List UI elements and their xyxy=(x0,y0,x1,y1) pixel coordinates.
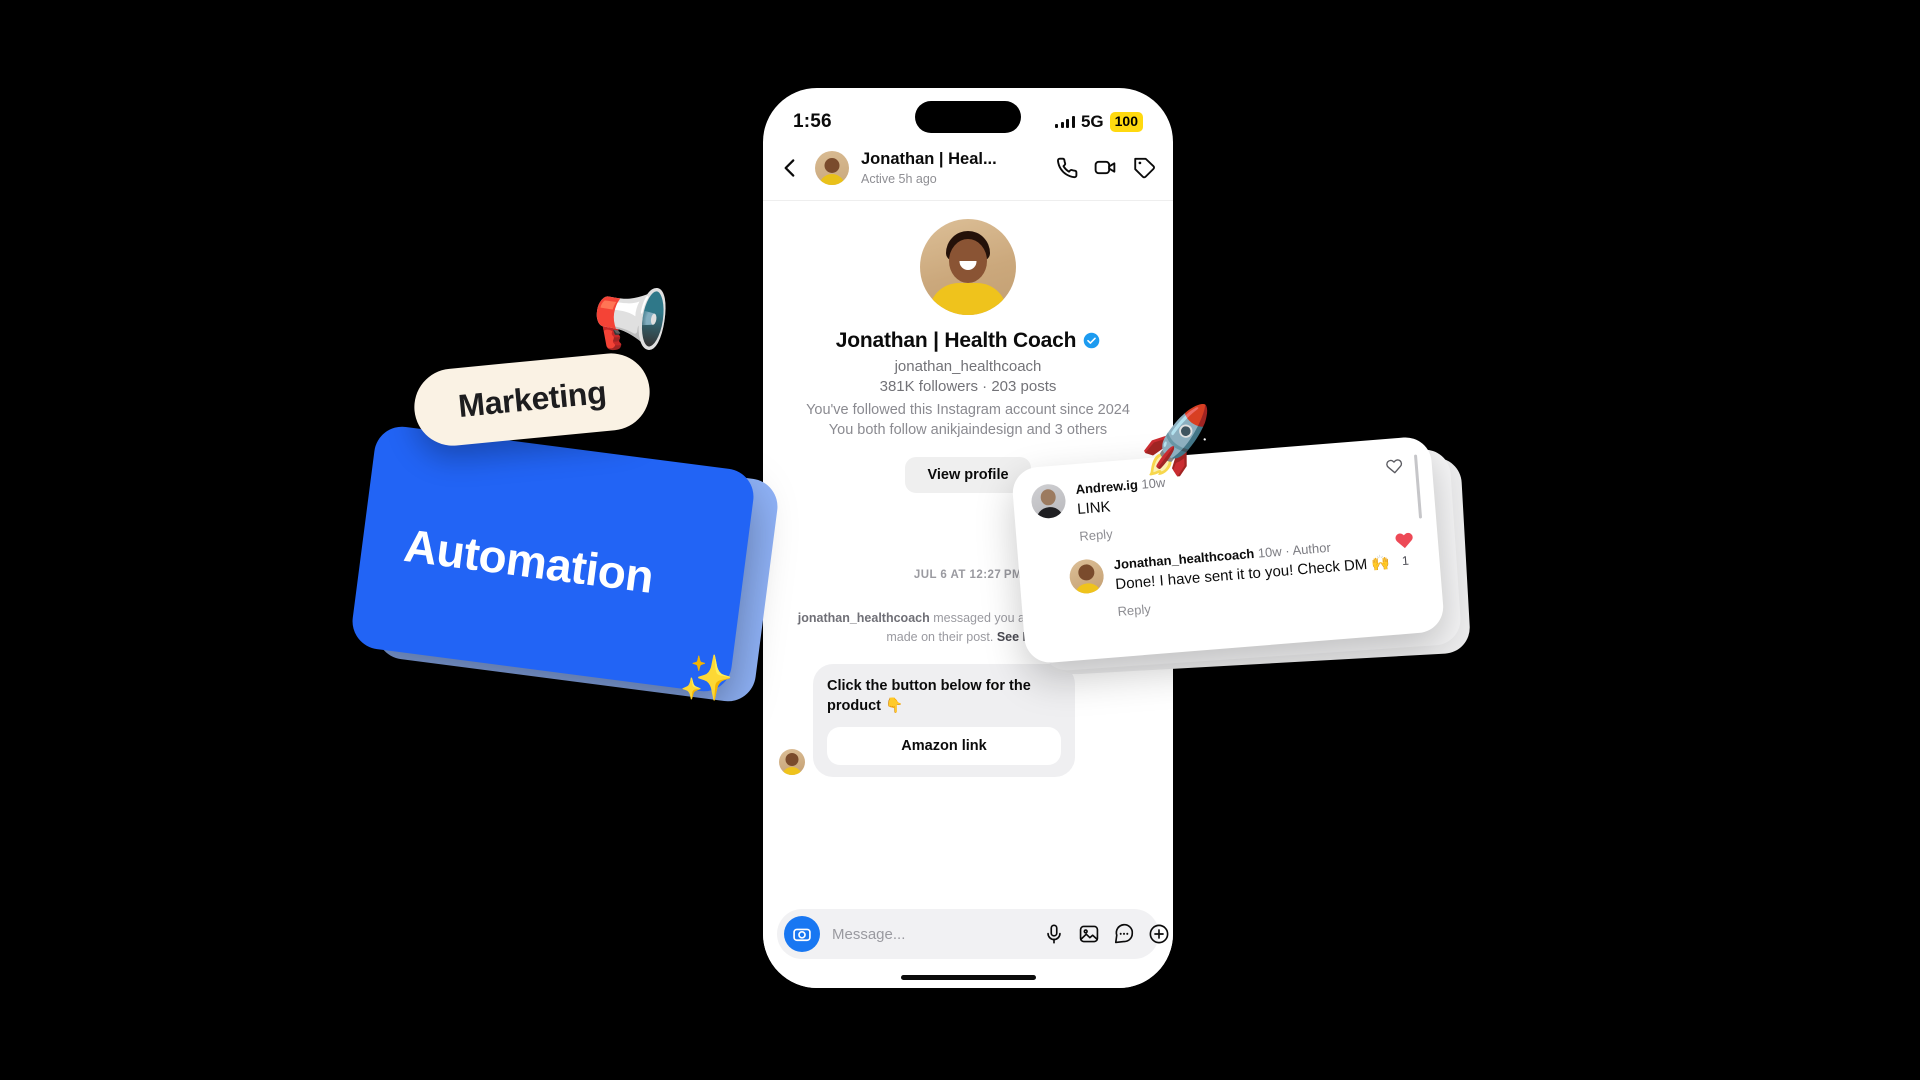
author-tag: Author xyxy=(1291,539,1332,558)
message-row: Click the button below for the product 👇… xyxy=(779,664,1157,777)
profile-stats: 381K followers · 203 posts xyxy=(879,377,1057,395)
marketing-badge: 📢 Marketing xyxy=(410,280,674,450)
status-bar: 1:56 5G 100 xyxy=(763,88,1173,142)
header-actions xyxy=(1054,155,1157,180)
header-contact-name: Jonathan | Heal... xyxy=(861,150,997,168)
back-chevron-icon xyxy=(784,159,795,177)
back-button[interactable] xyxy=(777,155,803,181)
verified-badge-icon xyxy=(1083,333,1100,349)
message-composer xyxy=(763,897,1173,988)
image-gallery-icon[interactable] xyxy=(1078,923,1100,945)
status-time: 1:56 xyxy=(793,111,832,132)
andrew-avatar[interactable] xyxy=(1030,482,1067,520)
camera-button[interactable] xyxy=(784,916,820,952)
header-active-status: Active 5h ago xyxy=(861,171,937,186)
comment-reply-item: Jonathan_healthcoach 10w · Author Done! … xyxy=(1036,533,1422,625)
screenshot-stage: 1:56 5G 100 Jonathan | Heal... Active 5h… xyxy=(0,0,1920,1080)
view-profile-button[interactable]: View profile xyxy=(905,456,1031,493)
battery-badge: 100 xyxy=(1109,112,1143,132)
automation-label: Automation xyxy=(401,518,657,603)
video-call-icon[interactable] xyxy=(1093,155,1118,180)
comment-card: Andrew.ig 10w LINK Reply Jonathan_health… xyxy=(1010,435,1446,665)
reply-time: 10w xyxy=(1257,543,1283,561)
rocket-icon: 🚀 xyxy=(1134,402,1221,483)
heart-filled-icon xyxy=(1395,532,1413,549)
like-indicator[interactable]: 1 xyxy=(1389,529,1420,569)
camera-icon xyxy=(793,928,811,942)
profile-block: Jonathan | Health Coach jonathan_healthc… xyxy=(763,201,1173,493)
profile-handle: jonathan_healthcoach xyxy=(894,357,1042,375)
microphone-icon[interactable] xyxy=(1043,923,1065,945)
message-text: Click the button below for the product 👇 xyxy=(827,678,1031,714)
message-sender-avatar xyxy=(779,748,805,775)
message-bubble: Click the button below for the product 👇… xyxy=(813,664,1075,777)
comment-body: Andrew.ig 10w LINK Reply xyxy=(1075,455,1416,544)
avatar-shirt xyxy=(929,282,1007,315)
profile-name-row: Jonathan | Health Coach xyxy=(785,329,1151,353)
comment-item: Andrew.ig 10w LINK Reply xyxy=(1030,455,1416,547)
network-label: 5G xyxy=(1080,112,1104,131)
dynamic-island xyxy=(915,101,1021,133)
reply-body: Jonathan_healthcoach 10w · Author Done! … xyxy=(1113,533,1422,619)
comment-username[interactable]: Andrew.ig xyxy=(1075,477,1138,497)
sticker-icon[interactable] xyxy=(1113,923,1135,945)
marketing-label: Marketing xyxy=(456,373,608,425)
marketing-pill: Marketing xyxy=(410,349,654,450)
jonathan-avatar[interactable] xyxy=(1068,557,1105,595)
conversation-header: Jonathan | Heal... Active 5h ago xyxy=(763,142,1173,201)
megaphone-icon: 📢 xyxy=(587,279,675,360)
plus-circle-icon[interactable] xyxy=(1148,923,1170,945)
header-text: Jonathan | Heal... Active 5h ago xyxy=(861,150,1042,186)
signal-bars-icon xyxy=(1055,116,1075,128)
profile-mutuals: You both follow anikjaindesign and 3 oth… xyxy=(828,422,1108,439)
page-title: Jonathan | Health Coach xyxy=(835,328,1077,352)
profile-followed-since: You've followed this Instagram account s… xyxy=(806,401,1130,418)
message-input[interactable] xyxy=(832,925,1031,943)
reply-separator: · xyxy=(1284,542,1291,559)
price-tag-icon[interactable] xyxy=(1132,155,1157,180)
header-avatar[interactable] xyxy=(815,150,849,185)
sparkles-icon: ✨ xyxy=(679,654,734,703)
amazon-link-button[interactable]: Amazon link xyxy=(827,726,1061,765)
composer-icons xyxy=(1043,923,1170,945)
phone-call-icon[interactable] xyxy=(1054,155,1079,180)
system-message-user: jonathan_healthcoach xyxy=(797,610,930,625)
like-count: 1 xyxy=(1401,553,1410,569)
profile-avatar[interactable] xyxy=(920,218,1016,315)
comment-card-stack: Andrew.ig 10w LINK Reply Jonathan_health… xyxy=(1010,435,1472,676)
home-indicator xyxy=(900,975,1036,980)
heart-outline-icon[interactable] xyxy=(1384,456,1404,476)
status-indicators: 5G 100 xyxy=(1055,112,1143,132)
automation-badge: Automation ✨ xyxy=(349,423,781,705)
composer-bar xyxy=(777,909,1169,959)
